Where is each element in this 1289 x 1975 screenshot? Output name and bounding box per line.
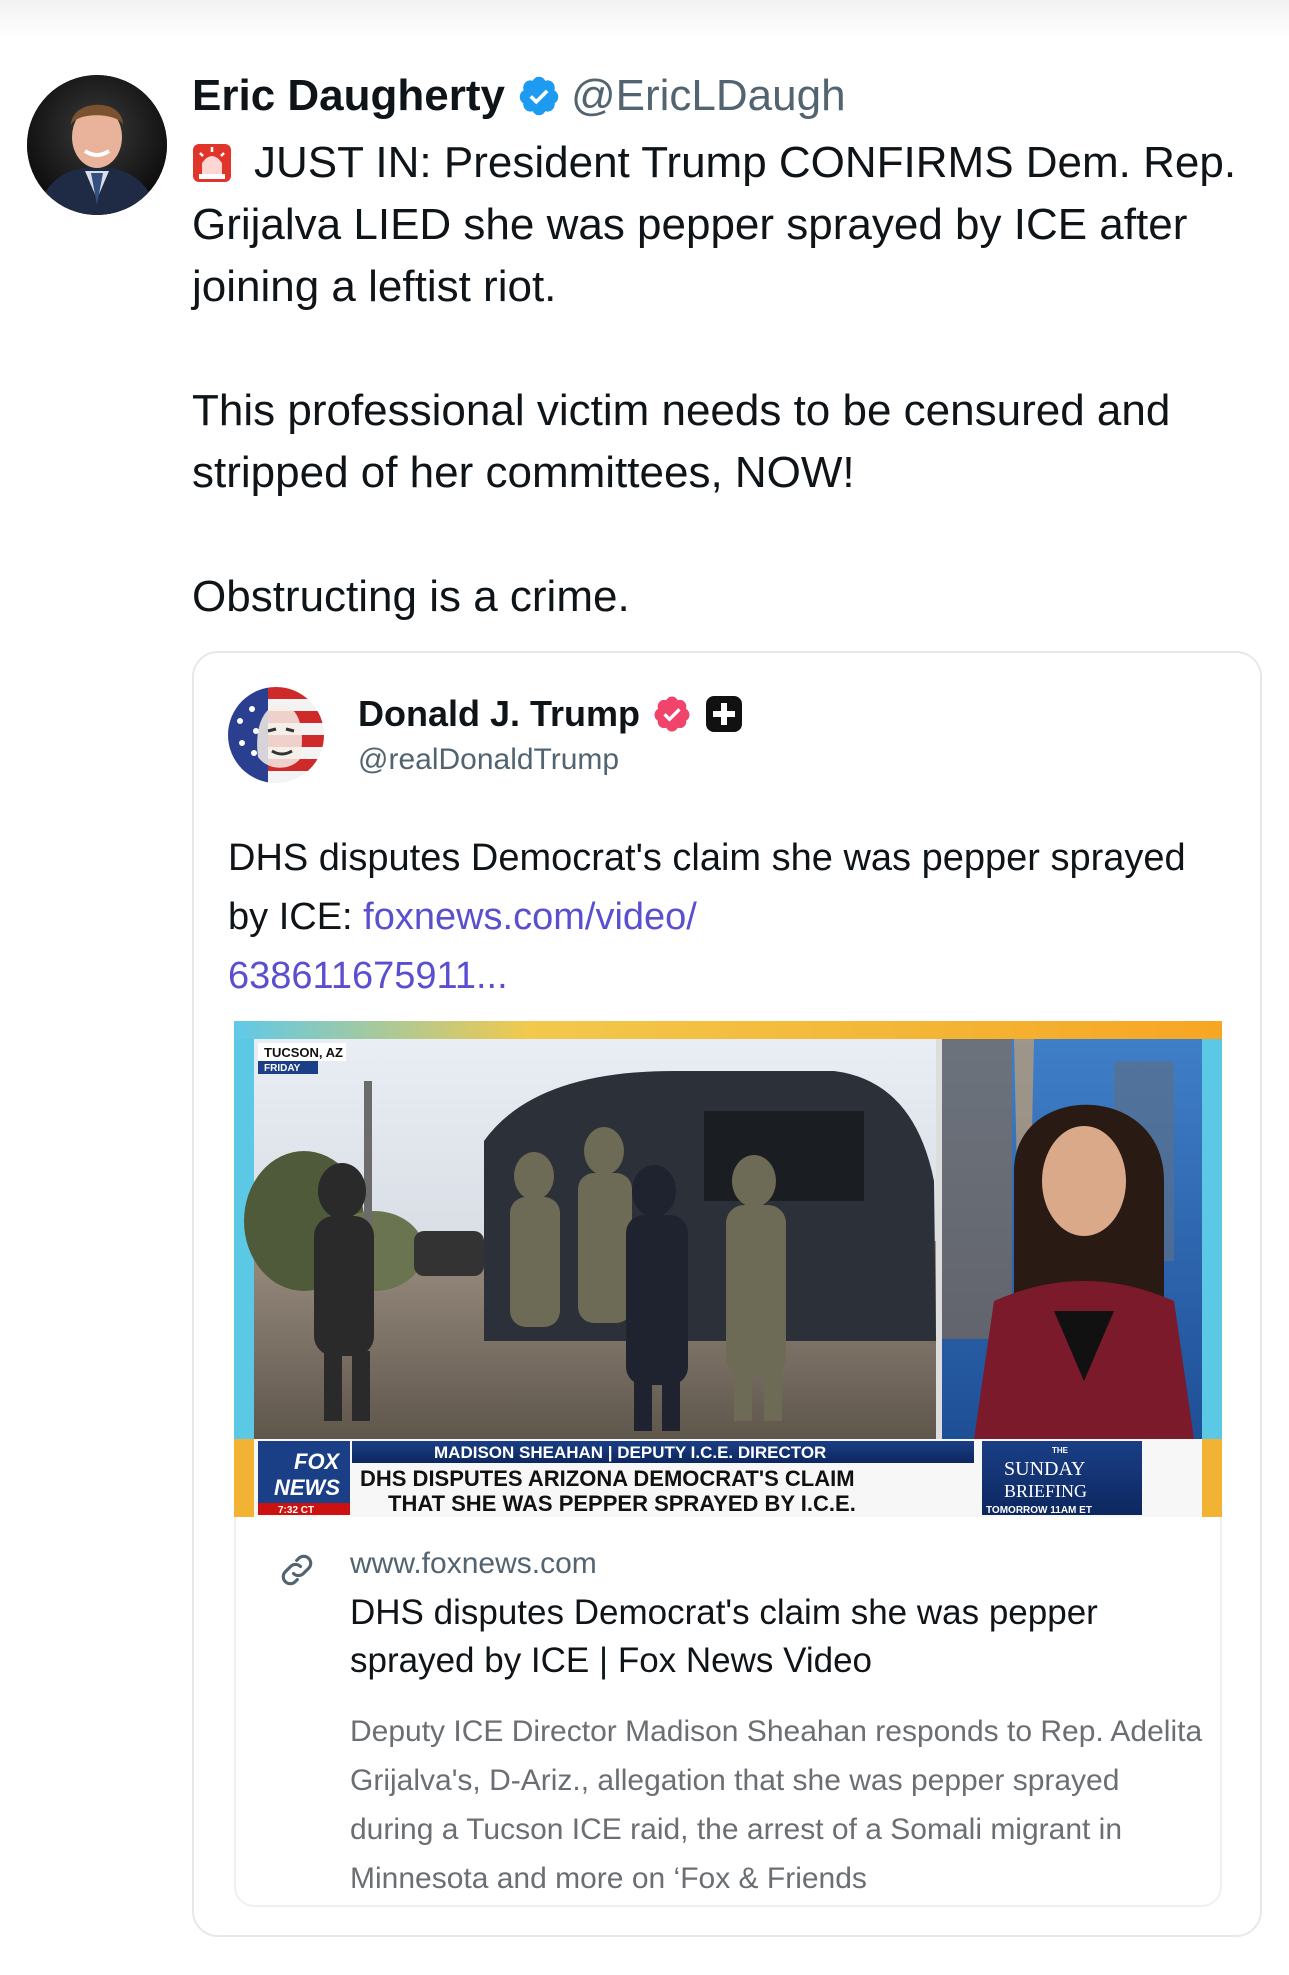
quoted-post[interactable]: Donald J. Trump @realDonaldTrump DHS dis… <box>192 651 1262 1937</box>
location-label: TUCSON, AZ <box>264 1045 343 1060</box>
author-avatar[interactable] <box>27 75 167 215</box>
chyron-name: MADISON SHEAHAN | DEPUTY I.C.E. DIRECTOR <box>434 1443 826 1462</box>
chyron-headline-2: THAT SHE WAS PEPPER SPRAYED BY I.C.E. <box>388 1491 856 1516</box>
siren-icon <box>192 138 232 182</box>
promo-time: TOMORROW 11AM ET <box>986 1505 1092 1516</box>
tweet-text: JUST IN: President Trump CONFIRMS Dem. R… <box>192 132 1272 628</box>
tweet-line-3: Obstructing is a crime. <box>192 572 630 621</box>
tweet-line-1: JUST IN: President Trump CONFIRMS Dem. R… <box>192 138 1237 311</box>
tweet-line-2: This professional victim needs to be cen… <box>192 386 1171 497</box>
chyron-headline-1: DHS DISPUTES ARIZONA DEMOCRAT'S CLAIM <box>360 1466 855 1491</box>
promo-title-1: SUNDAY <box>1004 1458 1086 1480</box>
link-icon <box>276 1549 318 1591</box>
quoted-author-avatar[interactable] <box>228 687 324 783</box>
link-description: Deputy ICE Director Madison Sheahan resp… <box>350 1715 1203 1895</box>
promo-title-2: BRIEFING <box>1004 1481 1087 1501</box>
author-name[interactable]: Eric Daugherty <box>192 71 505 121</box>
verified-badge-icon <box>652 694 692 734</box>
link-preview-card[interactable]: www.foxnews.com DHS disputes Democrat's … <box>234 1517 1222 1907</box>
quoted-author-row: Donald J. Trump <box>358 691 744 737</box>
quoted-post-text: DHS disputes Democrat's claim she was pe… <box>228 837 1186 997</box>
verified-badge-icon <box>517 74 561 118</box>
tweet: Eric Daugherty @EricLDaugh JUST IN: Pres… <box>0 0 1289 1975</box>
plus-badge-icon <box>704 694 744 734</box>
link-domain[interactable]: www.foxnews.com <box>350 1547 597 1581</box>
network-logo-bottom: NEWS <box>274 1475 340 1500</box>
broadcast-time: 7:32 CT <box>278 1505 314 1516</box>
tweet-header: Eric Daugherty @EricLDaugh <box>192 66 846 126</box>
quoted-author-handle[interactable]: @realDonaldTrump <box>358 743 619 777</box>
day-label: FRIDAY <box>264 1063 301 1074</box>
quoted-author-name[interactable]: Donald J. Trump <box>358 693 640 735</box>
network-logo-top: FOX <box>294 1449 341 1474</box>
video-thumbnail[interactable]: TUCSON, AZ FRIDAY FOX NEWS 7:32 CT MADIS… <box>234 1021 1222 1517</box>
promo-small: THE <box>1052 1446 1069 1455</box>
author-handle[interactable]: @EricLDaugh <box>571 71 846 121</box>
link-title[interactable]: DHS disputes Democrat's claim she was pe… <box>350 1589 1200 1685</box>
